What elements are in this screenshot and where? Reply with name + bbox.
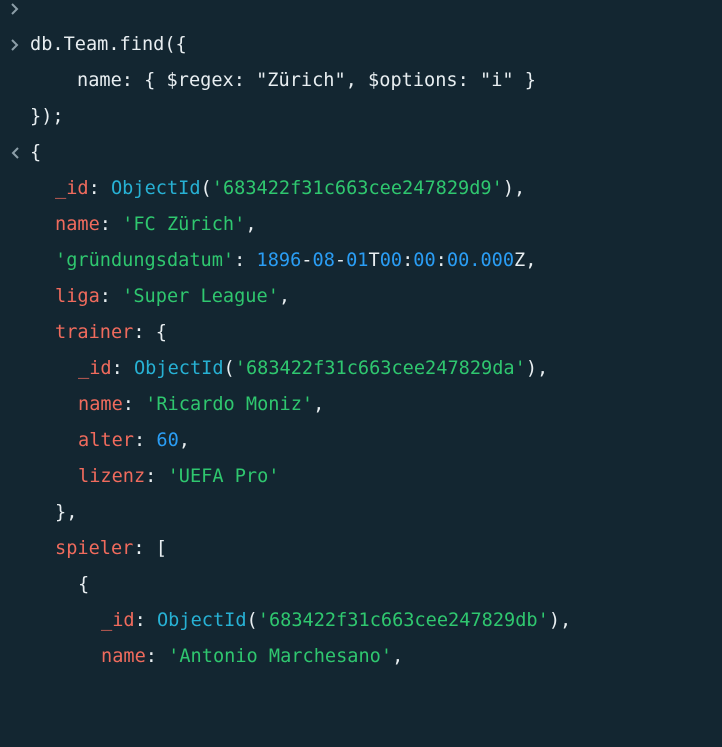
date-second: 00.000 [446, 250, 515, 271]
field-key: _id [78, 358, 112, 379]
field-key: name [78, 394, 123, 415]
output-line: liga: 'Super League', [55, 286, 291, 307]
open-brace: { [155, 322, 167, 343]
output-line: 'gründungsdatum': 1896-08-01T00:00:00.00… [55, 250, 537, 271]
field-key: alter [78, 430, 134, 451]
date-hour: 00 [379, 250, 403, 271]
input-line[interactable]: name: { $regex: "Zürich", $options: "i" … [0, 63, 722, 99]
input-line[interactable]: }); [0, 99, 722, 135]
date-day: 01 [346, 250, 369, 271]
field-value: 60 [156, 430, 179, 451]
output-line: }, [0, 495, 722, 531]
field-key: 'gründungsdatum' [55, 250, 235, 271]
date-minute: 00 [413, 250, 436, 271]
field-value: 'UEFA Pro' [167, 466, 280, 487]
field-key: liga [55, 286, 100, 307]
field-value: '683422f31c663cee247829d9' [211, 178, 503, 199]
field-key: _id [55, 178, 89, 199]
output-line: spieler: [ [55, 538, 167, 559]
objectid-fn: ObjectId [110, 178, 201, 199]
date-month: 08 [312, 250, 335, 271]
field-value: '683422f31c663cee247829da' [234, 358, 526, 379]
field-value: 'Super League' [122, 286, 279, 307]
command-text: }); [30, 106, 64, 127]
output-line: _id: ObjectId('683422f31c663cee247829da'… [78, 358, 549, 379]
output-line: { [0, 135, 722, 171]
output-line: lizenz: 'UEFA Pro' [78, 466, 280, 487]
open-brace: { [78, 574, 90, 595]
output-line: trainer: { [55, 322, 167, 343]
field-value: 'FC Zürich' [122, 214, 246, 235]
field-key: name [101, 646, 146, 667]
output-line: name: 'Ricardo Moniz', [78, 394, 325, 415]
date-year: 1896 [256, 250, 302, 271]
chevron-right-icon [8, 27, 22, 63]
mongo-shell: db.Team.find({ name: { $regex: "Zürich",… [0, 0, 722, 675]
output-line: _id: ObjectId('683422f31c663cee247829d9'… [55, 178, 526, 199]
command-text: name: { $regex: "Zürich", $options: "i" … [77, 70, 536, 91]
field-key: spieler [55, 538, 134, 559]
field-value: 'Antonio Marchesano' [168, 646, 393, 667]
output-line: alter: 60, [78, 430, 190, 451]
objectid-fn: ObjectId [156, 610, 247, 631]
date-z: Z [514, 250, 526, 271]
previous-prompt-line [0, 0, 722, 27]
field-key: trainer [55, 322, 134, 343]
output-line: name: 'Antonio Marchesano', [101, 646, 404, 667]
open-brace: { [30, 142, 42, 163]
open-bracket: [ [155, 538, 167, 559]
output-line: _id: ObjectId('683422f31c663cee247829db'… [101, 610, 572, 631]
output-line: { [0, 567, 722, 603]
output-line: name: 'FC Zürich', [55, 214, 257, 235]
objectid-fn: ObjectId [133, 358, 224, 379]
input-line[interactable]: db.Team.find({ [0, 27, 722, 63]
chevron-right-icon [8, 0, 22, 27]
field-value: 'Ricardo Moniz' [145, 394, 314, 415]
close-brace: }, [55, 502, 78, 523]
field-key: _id [101, 610, 135, 631]
field-value: '683422f31c663cee247829db' [257, 610, 549, 631]
command-text: db.Team.find({ [30, 34, 187, 55]
date-t: T [368, 250, 380, 271]
field-key: name [55, 214, 100, 235]
chevron-left-icon [8, 135, 22, 171]
field-key: lizenz [78, 466, 146, 487]
